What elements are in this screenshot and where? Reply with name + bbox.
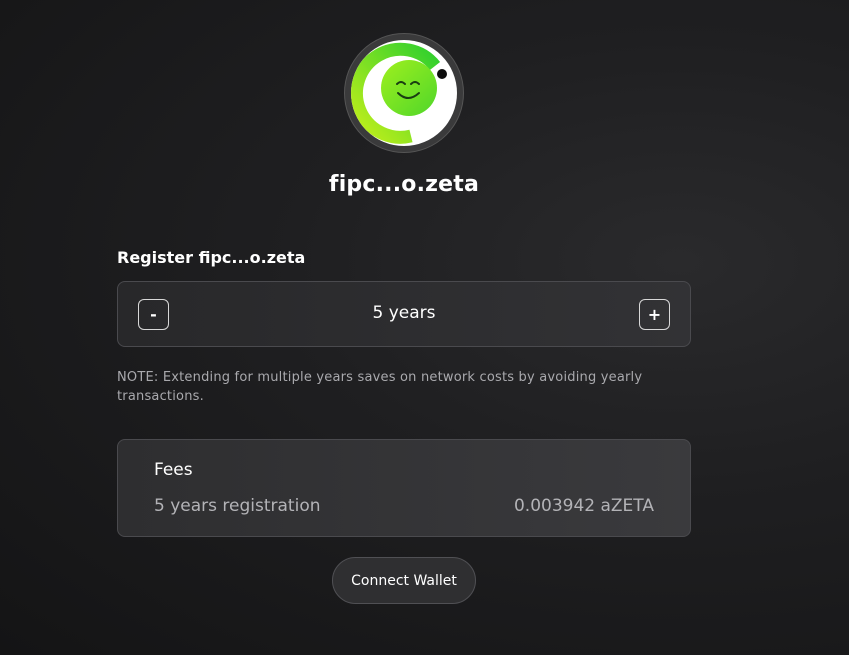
avatar [344, 33, 464, 153]
register-label: Register fipc...o.zeta [117, 248, 306, 267]
fees-title: Fees [154, 460, 193, 480]
page-title: fipc...o.zeta [328, 172, 480, 197]
duration-stepper: - 5 years + [117, 281, 691, 347]
fees-panel: Fees 5 years registration 0.003942 aZETA [117, 439, 691, 537]
extension-note: NOTE: Extending for multiple years saves… [117, 370, 643, 404]
increment-years-button[interactable]: + [639, 299, 670, 330]
duration-value: 5 years [372, 303, 436, 323]
fee-row-label: 5 years registration [154, 496, 321, 516]
connect-wallet-button[interactable]: Connect Wallet [332, 557, 476, 604]
smiling-green-blob-icon [351, 40, 457, 146]
fee-row-value: 0.003942 aZETA [513, 496, 654, 516]
